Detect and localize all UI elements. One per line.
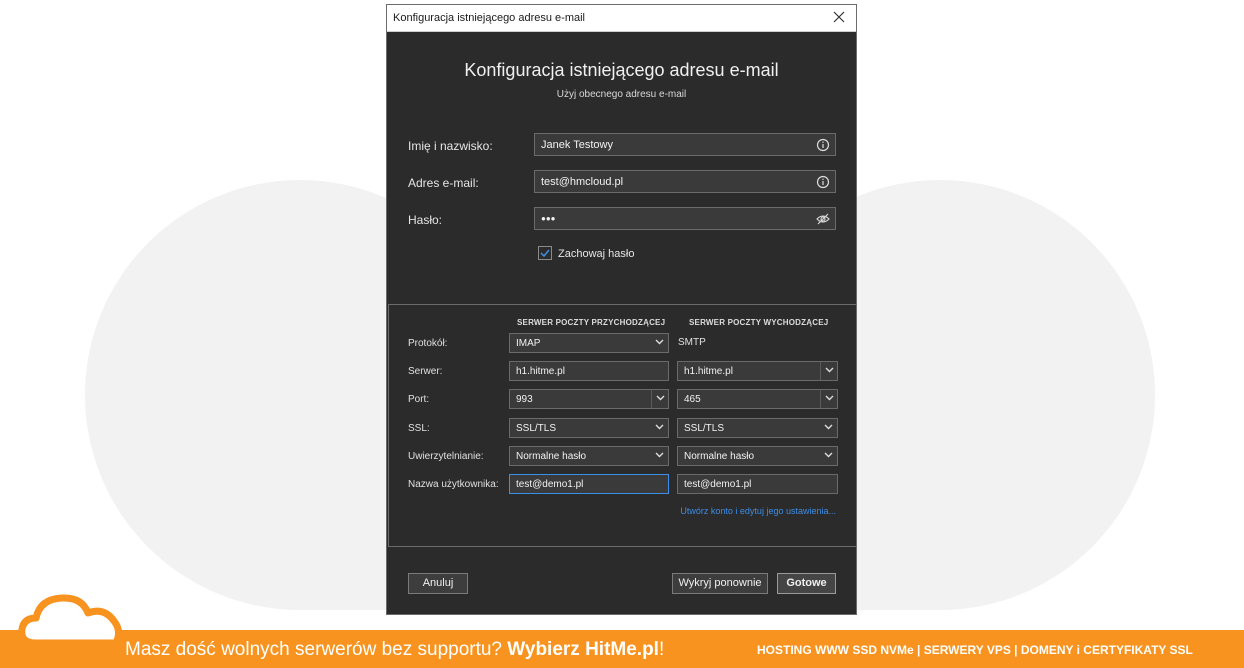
server-settings-panel: SERWER POCZTY PRZYCHODZĄCEJ SERWER POCZT… bbox=[388, 304, 857, 547]
outgoing-ssl-value: SSL/TLS bbox=[684, 423, 725, 434]
outgoing-port-value: 465 bbox=[684, 394, 701, 405]
cloud-logo-icon bbox=[18, 594, 123, 647]
slogan-brand[interactable]: Wybierz HitMe.pl bbox=[507, 639, 659, 660]
ssl-label: SSL: bbox=[408, 423, 430, 434]
chevron-down-icon bbox=[656, 395, 665, 401]
page-subtitle: Użyj obecnego adresu e-mail bbox=[556, 89, 687, 100]
page-title: Konfiguracja istniejącego adresu e-mail bbox=[464, 60, 779, 80]
incoming-server-value: h1.hitme.pl bbox=[516, 366, 565, 377]
check-icon bbox=[540, 249, 550, 258]
outgoing-port-select[interactable]: 465 bbox=[677, 389, 838, 409]
chevron-down-icon bbox=[825, 395, 834, 401]
chevron-down-icon bbox=[655, 339, 664, 345]
remember-password-checkbox[interactable] bbox=[538, 246, 552, 260]
advanced-config-link[interactable]: Utwórz konto i edytuj jego ustawienia... bbox=[680, 506, 836, 516]
email-field[interactable]: test@hmcloud.pl bbox=[534, 170, 836, 193]
email-value: test@hmcloud.pl bbox=[541, 176, 624, 188]
incoming-username-input[interactable]: test@demo1.pl bbox=[509, 474, 669, 494]
incoming-ssl-value: SSL/TLS bbox=[516, 423, 557, 434]
chevron-down-icon bbox=[655, 424, 664, 430]
title-bar: Konfiguracja istniejącego adresu e-mail bbox=[387, 5, 856, 32]
name-label: Imię i nazwisko: bbox=[408, 139, 493, 153]
close-icon[interactable] bbox=[830, 8, 848, 26]
banner-services: HOSTING WWW SSD NVMe | SERWERY VPS | DOM… bbox=[757, 643, 1193, 657]
name-value: Janek Testowy bbox=[541, 139, 613, 151]
protocol-label: Protokół: bbox=[408, 338, 448, 349]
password-value: ●●● bbox=[541, 214, 556, 223]
eye-off-icon[interactable] bbox=[816, 212, 830, 226]
incoming-auth-select[interactable]: Normalne hasło bbox=[509, 446, 669, 466]
outgoing-server-select[interactable]: h1.hitme.pl bbox=[677, 361, 838, 381]
incoming-protocol-select[interactable]: IMAP bbox=[509, 333, 669, 353]
outgoing-username-input[interactable]: test@demo1.pl bbox=[677, 474, 838, 494]
remember-password-label: Zachowaj hasło bbox=[558, 248, 635, 260]
port-label: Port: bbox=[408, 394, 430, 405]
account-setup-dialog: Konfiguracja istniejącego adresu e-mail … bbox=[386, 4, 857, 615]
outgoing-server-header: SERWER POCZTY WYCHODZĄCEJ bbox=[689, 318, 829, 327]
name-field[interactable]: Janek Testowy bbox=[534, 133, 836, 156]
incoming-port-select[interactable]: 993 bbox=[509, 389, 669, 409]
incoming-server-header: SERWER POCZTY PRZYCHODZĄCEJ bbox=[517, 318, 666, 327]
incoming-auth-value: Normalne hasło bbox=[516, 451, 587, 462]
chevron-down-icon bbox=[825, 367, 834, 373]
retest-button[interactable]: Wykryj ponownie bbox=[672, 573, 768, 594]
incoming-port-value: 993 bbox=[516, 394, 533, 405]
authentication-label: Uwierzytelnianie: bbox=[408, 451, 484, 462]
incoming-ssl-select[interactable]: SSL/TLS bbox=[509, 418, 669, 438]
chevron-down-icon bbox=[824, 452, 833, 458]
incoming-protocol-value: IMAP bbox=[516, 338, 541, 349]
outgoing-auth-select[interactable]: Normalne hasło bbox=[677, 446, 838, 466]
outgoing-ssl-select[interactable]: SSL/TLS bbox=[677, 418, 838, 438]
email-label: Adres e-mail: bbox=[408, 176, 479, 190]
outgoing-protocol-value: SMTP bbox=[678, 337, 706, 348]
banner-slogan: Masz dość wolnych serwerów bez supportu?… bbox=[125, 639, 664, 661]
incoming-server-input[interactable]: h1.hitme.pl bbox=[509, 361, 669, 381]
server-label: Serwer: bbox=[408, 366, 443, 377]
cancel-button[interactable]: Anuluj bbox=[408, 573, 468, 594]
outgoing-server-value: h1.hitme.pl bbox=[684, 366, 733, 377]
chevron-down-icon bbox=[655, 452, 664, 458]
outgoing-username-value: test@demo1.pl bbox=[684, 479, 752, 490]
info-icon[interactable] bbox=[816, 138, 830, 152]
done-button[interactable]: Gotowe bbox=[777, 573, 836, 594]
incoming-username-value: test@demo1.pl bbox=[516, 479, 584, 490]
info-icon[interactable] bbox=[816, 175, 830, 189]
slogan-prefix: Masz dość wolnych serwerów bez supportu? bbox=[125, 639, 508, 660]
outgoing-auth-value: Normalne hasło bbox=[684, 451, 755, 462]
username-label: Nazwa użytkownika: bbox=[408, 479, 499, 490]
password-label: Hasło: bbox=[408, 213, 443, 227]
password-field[interactable]: ●●● bbox=[534, 207, 836, 230]
slogan-suffix: ! bbox=[658, 639, 665, 660]
chevron-down-icon bbox=[824, 424, 833, 430]
window-title: Konfiguracja istniejącego adresu e-mail bbox=[393, 12, 585, 24]
